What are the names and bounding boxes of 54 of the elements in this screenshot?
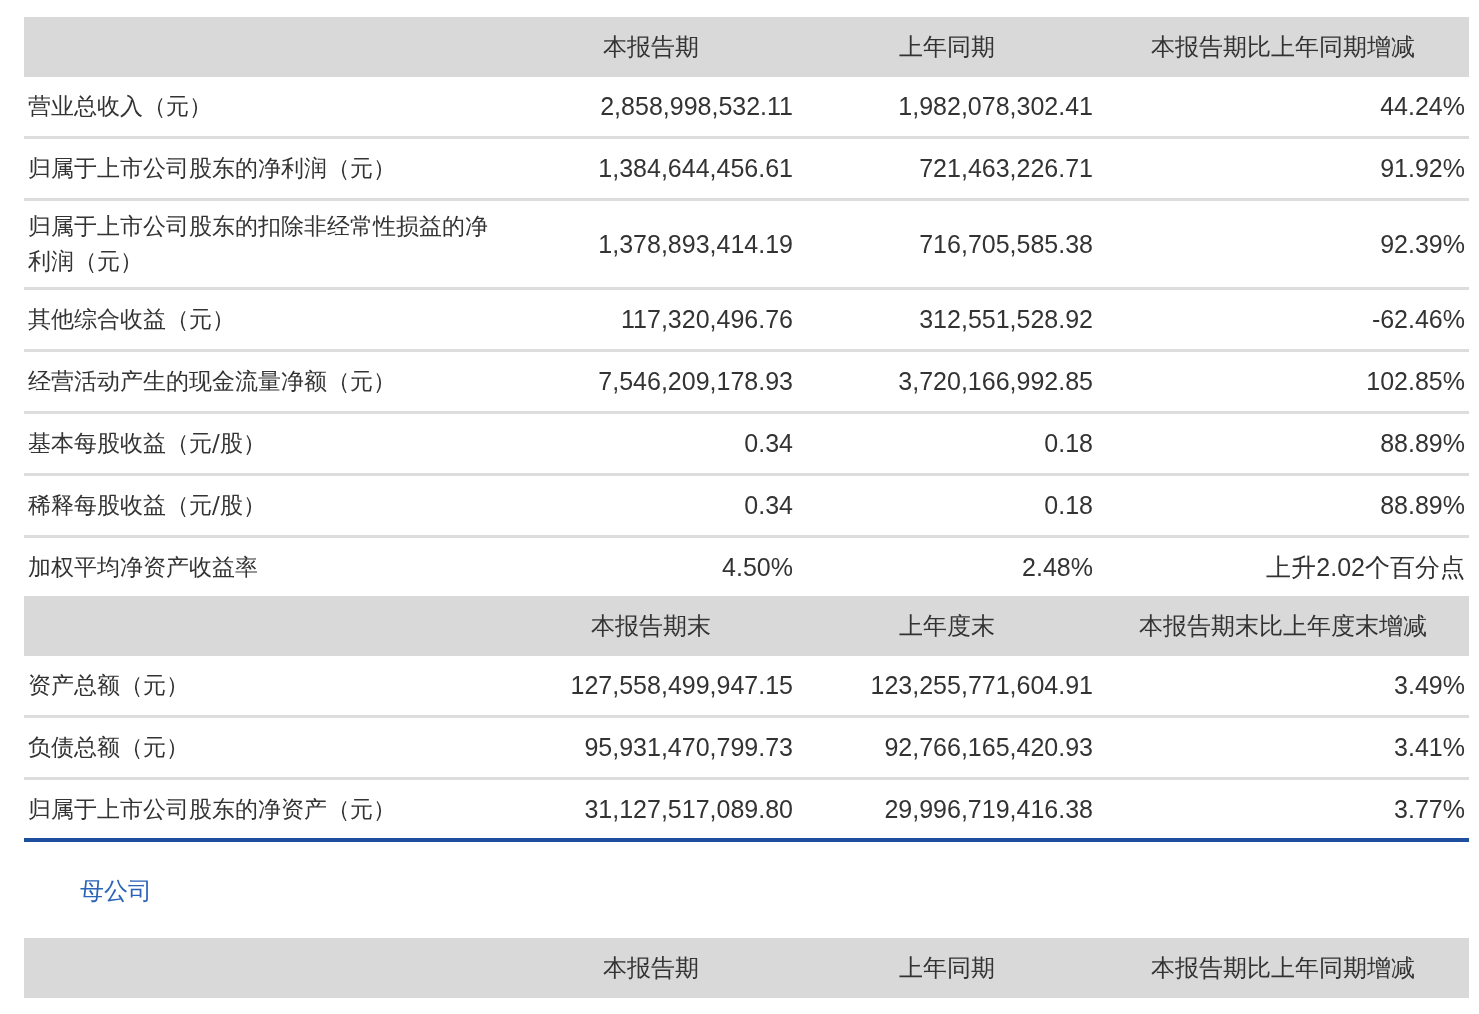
table-cell: 2,858,998,532.11 xyxy=(600,92,793,120)
table-cell: 0.18 xyxy=(1044,429,1093,457)
row-label: 归属于上市公司股东的净利润（元） xyxy=(28,155,396,181)
section-title: 母公司 xyxy=(79,876,153,907)
column-header: 本报告期末比上年度末增减 xyxy=(1139,612,1427,640)
table-cell: 0.18 xyxy=(1044,491,1093,519)
table-cell: 1,384,644,456.61 xyxy=(598,154,793,182)
table-cell: 102.85% xyxy=(1366,367,1465,395)
table-cell: 3.77% xyxy=(1394,794,1465,823)
table-cell: 0.34 xyxy=(744,491,793,519)
table-cell: 4.50% xyxy=(722,552,793,581)
table-cell: 3.49% xyxy=(1394,671,1465,699)
table-cell: 1,982,078,302.41 xyxy=(898,92,1093,120)
row-label: 基本每股收益（元/股） xyxy=(28,430,266,456)
table-cell: 88.89% xyxy=(1380,491,1465,519)
table-cell: 721,463,226.71 xyxy=(919,154,1093,182)
row-label: 加权平均净资产收益率 xyxy=(28,553,258,580)
table-cell: 31,127,517,089.80 xyxy=(584,794,793,823)
table-cell: 2.48% xyxy=(1022,552,1093,581)
column-header: 本报告期比上年同期增减 xyxy=(1151,954,1415,982)
table-cell: 312,551,528.92 xyxy=(919,305,1093,333)
table-cell: 29,996,719,416.38 xyxy=(884,794,1093,823)
row-label: 经营活动产生的现金流量净额（元） xyxy=(28,368,396,394)
row-label: 归属于上市公司股东的扣除非经常性损益的净利润（元） xyxy=(28,213,488,274)
table-cell: 上升2.02个百分点 xyxy=(1266,552,1465,581)
table-cell: 92,766,165,420.93 xyxy=(884,733,1093,761)
table-cell: 7,546,209,178.93 xyxy=(598,367,793,395)
row-label: 资产总额（元） xyxy=(28,672,189,698)
table-cell: 91.92% xyxy=(1380,154,1465,182)
row-label: 营业总收入（元） xyxy=(28,93,212,119)
column-header: 上年同期 xyxy=(899,33,995,61)
row-label: 归属于上市公司股东的净资产（元） xyxy=(28,795,396,822)
table-cell: 1,378,893,414.19 xyxy=(598,229,793,258)
column-header: 本报告期 xyxy=(603,33,699,61)
table-cell: 95,931,470,799.73 xyxy=(584,733,793,761)
row-label: 负债总额（元） xyxy=(28,734,189,760)
row-label: 其他综合收益（元） xyxy=(28,306,235,332)
table-cell: 92.39% xyxy=(1380,229,1465,258)
table-cell: -62.46% xyxy=(1371,305,1465,333)
table-cell: 3.41% xyxy=(1394,733,1465,761)
column-header: 上年度末 xyxy=(899,612,995,640)
table-cell: 88.89% xyxy=(1380,429,1465,457)
table-cell: 716,705,585.38 xyxy=(919,229,1093,258)
table-cell: 117,320,496.76 xyxy=(621,305,793,333)
column-header: 上年同期 xyxy=(899,954,995,982)
table-cell: 123,255,771,604.91 xyxy=(870,671,1093,699)
table-cell: 127,558,499,947.15 xyxy=(570,671,793,699)
row-label: 稀释每股收益（元/股） xyxy=(28,492,266,518)
column-header: 本报告期比上年同期增减 xyxy=(1151,33,1415,61)
column-header: 本报告期 xyxy=(603,954,699,982)
column-header: 本报告期末 xyxy=(591,612,711,640)
table-cell: 3,720,166,992.85 xyxy=(898,367,1093,395)
table-cell: 0.34 xyxy=(744,429,793,457)
table-cell: 44.24% xyxy=(1380,92,1465,120)
